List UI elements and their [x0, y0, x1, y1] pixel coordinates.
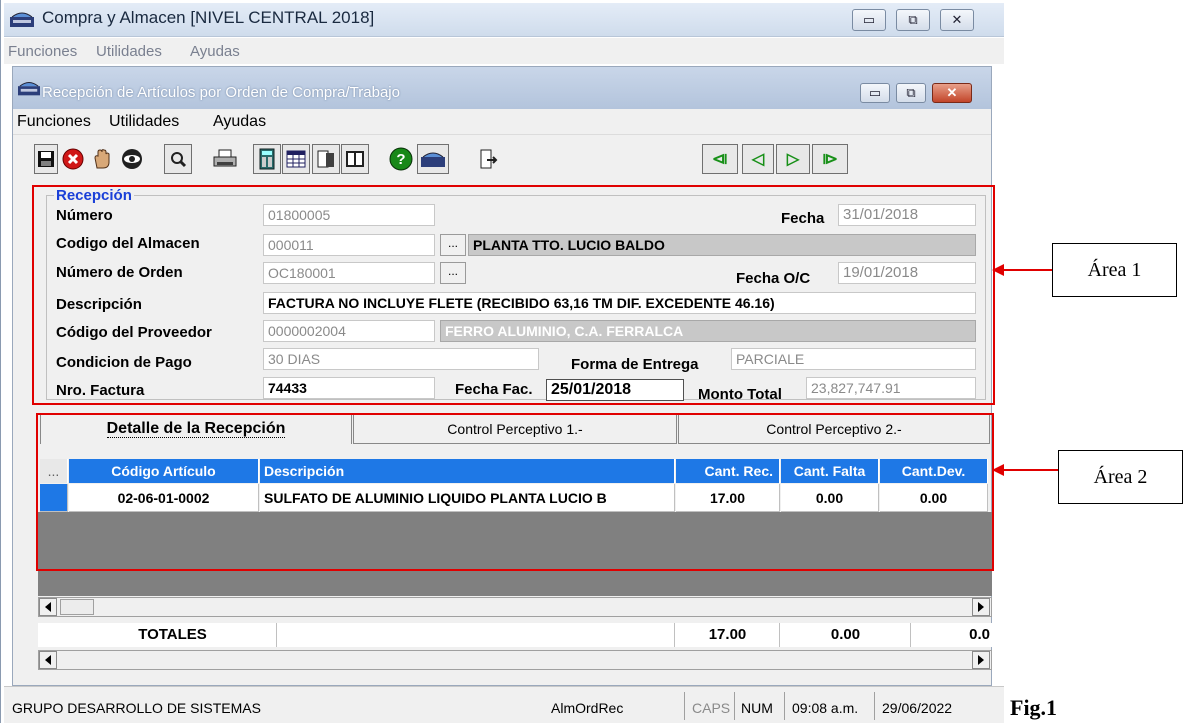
area-2-arrow-icon — [992, 464, 1058, 476]
total-cant-rec: 17.00 — [676, 623, 780, 647]
totals-scroll-right-icon[interactable] — [972, 651, 990, 669]
book-icon[interactable] — [341, 144, 369, 174]
inner-close-button[interactable]: ✕ — [932, 83, 972, 103]
inner-window-title: Recepción de Artículos por Orden de Comp… — [42, 84, 400, 101]
inner-restore-button[interactable]: ⧉ — [896, 83, 926, 103]
exit-icon[interactable] — [474, 144, 502, 174]
status-group: GRUPO DESARROLLO DE SISTEMAS — [12, 700, 261, 716]
status-form: AlmOrdRec — [551, 700, 624, 716]
outer-close-button[interactable]: ✕ — [940, 9, 974, 31]
status-caps: CAPS — [692, 700, 731, 716]
outer-menu-bar: Funciones Utilidades Ayudas — [4, 38, 1004, 64]
inner-menu-funciones[interactable]: Funciones — [17, 113, 91, 131]
scroll-left-icon[interactable] — [39, 598, 57, 616]
last-record-button[interactable]: ⧐ — [812, 144, 848, 174]
area-2-callout: Área 2 — [1058, 450, 1183, 504]
about-icon[interactable] — [417, 144, 449, 174]
outer-menu-utilidades[interactable]: Utilidades — [96, 43, 162, 60]
outer-menu-ayudas[interactable]: Ayudas — [190, 43, 240, 60]
total-cant-dev: 0.0 — [969, 626, 990, 643]
svg-text:?: ? — [396, 151, 405, 168]
app-icon — [10, 12, 34, 27]
scroll-thumb[interactable] — [60, 599, 94, 615]
help-icon[interactable]: ? — [386, 144, 416, 174]
inner-menu-ayudas[interactable]: Ayudas — [213, 113, 266, 131]
previous-record-button[interactable]: ◁ — [742, 144, 774, 174]
print-icon[interactable] — [210, 144, 240, 174]
status-separator — [784, 692, 785, 720]
status-time: 09:08 a.m. — [792, 700, 859, 716]
search-icon[interactable] — [164, 144, 192, 174]
inner-menu-bar: Funciones Utilidades Ayudas — [13, 109, 991, 135]
inner-minimize-button[interactable]: ▭ — [860, 83, 890, 103]
grid-horizontal-scrollbar[interactable] — [38, 597, 992, 617]
status-date: 29/06/2022 — [882, 700, 953, 716]
area-1-arrow-icon — [992, 264, 1058, 276]
document-icon[interactable] — [312, 144, 340, 174]
totals-spacer — [278, 623, 675, 647]
outer-menu-funciones[interactable]: Funciones — [8, 43, 77, 60]
totals-horizontal-scrollbar[interactable] — [38, 650, 992, 670]
view-icon[interactable] — [118, 144, 146, 174]
area-1-callout: Área 1 — [1052, 243, 1177, 297]
totals-label: TOTALES — [69, 623, 277, 647]
status-separator — [734, 692, 735, 720]
status-separator — [684, 692, 685, 720]
total-cant-falta: 0.00 — [781, 623, 911, 647]
area-2-highlight — [36, 413, 994, 571]
cancel-icon[interactable] — [60, 144, 86, 174]
outer-window-title: Compra y Almacen [NIVEL CENTRAL 2018] — [42, 8, 375, 27]
status-num: NUM — [741, 700, 773, 716]
inner-menu-utilidades[interactable]: Utilidades — [109, 113, 179, 131]
first-record-button[interactable]: ⧏ — [702, 144, 738, 174]
next-record-button[interactable]: ▷ — [776, 144, 810, 174]
scroll-right-icon[interactable] — [972, 598, 990, 616]
inner-app-icon — [18, 82, 40, 96]
totals-scroll-left-icon[interactable] — [39, 651, 57, 669]
table-icon[interactable] — [282, 144, 310, 174]
outer-restore-button[interactable]: ⧉ — [896, 9, 930, 31]
status-separator — [874, 692, 875, 720]
area-1-highlight — [32, 185, 995, 405]
hand-icon[interactable] — [88, 144, 116, 174]
save-icon[interactable] — [34, 144, 58, 174]
outer-minimize-button[interactable]: ▭ — [852, 9, 886, 31]
calculator-icon[interactable] — [253, 144, 281, 174]
figure-caption: Fig.1 — [1010, 695, 1058, 720]
